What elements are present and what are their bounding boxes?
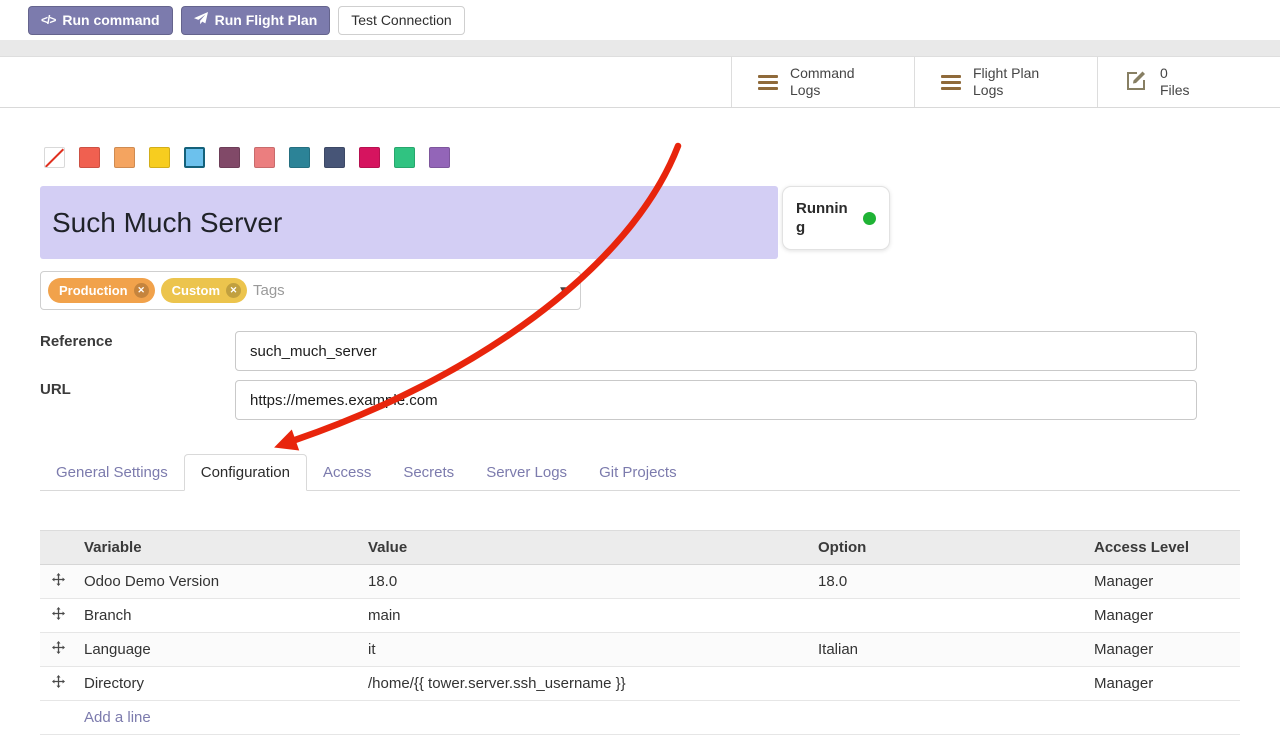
test-connection-label: Test Connection bbox=[351, 12, 451, 28]
tag-label: Production bbox=[59, 283, 128, 298]
table-row[interactable]: Branch main Manager bbox=[40, 599, 1240, 633]
tab-general-settings[interactable]: General Settings bbox=[40, 455, 184, 490]
run-command-button[interactable]: </> Run command bbox=[28, 6, 173, 35]
tab-git-projects[interactable]: Git Projects bbox=[583, 455, 693, 490]
header-option[interactable]: Option bbox=[810, 531, 1086, 565]
command-logs-stat-button[interactable]: Command Logs bbox=[731, 57, 914, 107]
edit-pencil-icon bbox=[1124, 68, 1148, 97]
files-stat-button[interactable]: 0 Files bbox=[1097, 57, 1280, 107]
tags-field[interactable]: Production ✕ Custom ✕ Tags ▼ bbox=[40, 271, 581, 310]
tags-placeholder: Tags bbox=[253, 282, 285, 299]
table-row[interactable]: Odoo Demo Version 18.0 18.0 Manager bbox=[40, 565, 1240, 599]
reference-input[interactable]: such_much_server bbox=[235, 331, 1197, 371]
header-variable[interactable]: Variable bbox=[76, 531, 360, 565]
header-value[interactable]: Value bbox=[360, 531, 810, 565]
swatch-darkpurple[interactable] bbox=[219, 147, 240, 168]
header-handle bbox=[40, 531, 76, 565]
swatch-teal[interactable] bbox=[289, 147, 310, 168]
record-title-text: Such Much Server bbox=[52, 207, 282, 239]
cell-value[interactable]: /home/{{ tower.server.ssh_username }} bbox=[360, 667, 810, 701]
swatch-salmon[interactable] bbox=[254, 147, 275, 168]
record-title-input[interactable]: Such Much Server bbox=[40, 186, 778, 259]
run-command-label: Run command bbox=[62, 12, 159, 28]
swatch-green[interactable] bbox=[394, 147, 415, 168]
drag-handle-icon[interactable] bbox=[52, 573, 65, 590]
divider-strip bbox=[0, 40, 1280, 57]
cell-value[interactable]: it bbox=[360, 633, 810, 667]
tab-access[interactable]: Access bbox=[307, 455, 387, 490]
table-row[interactable]: Directory /home/{{ tower.server.ssh_user… bbox=[40, 667, 1240, 701]
cell-option[interactable]: 18.0 bbox=[810, 565, 1086, 599]
flight-plan-logs-label: Flight Plan Logs bbox=[973, 65, 1039, 100]
url-value: https://memes.example.com bbox=[250, 392, 438, 409]
configuration-table: Variable Value Option Access Level Odoo … bbox=[40, 530, 1240, 735]
swatch-no-color[interactable] bbox=[44, 147, 65, 168]
tab-server-logs[interactable]: Server Logs bbox=[470, 455, 583, 490]
swatch-magenta[interactable] bbox=[359, 147, 380, 168]
cell-variable[interactable]: Odoo Demo Version bbox=[76, 565, 360, 599]
cell-option[interactable] bbox=[810, 599, 1086, 633]
table-header-row: Variable Value Option Access Level bbox=[40, 531, 1240, 565]
status-label: Running bbox=[796, 199, 848, 238]
stat-button-row: Command Logs Flight Plan Logs 0 Files bbox=[0, 57, 1280, 108]
cell-access-level[interactable]: Manager bbox=[1086, 667, 1240, 701]
status-button[interactable]: Running bbox=[782, 186, 890, 250]
command-logs-label: Command Logs bbox=[790, 65, 855, 100]
menu-icon bbox=[941, 75, 961, 90]
status-dot-icon bbox=[863, 212, 876, 225]
menu-icon bbox=[758, 75, 778, 90]
code-icon: </> bbox=[41, 13, 55, 27]
test-connection-button[interactable]: Test Connection bbox=[338, 6, 464, 35]
drag-handle-icon[interactable] bbox=[52, 641, 65, 658]
cell-access-level[interactable]: Manager bbox=[1086, 565, 1240, 599]
files-label: 0 Files bbox=[1160, 65, 1190, 100]
swatch-orange[interactable] bbox=[114, 147, 135, 168]
url-input[interactable]: https://memes.example.com bbox=[235, 380, 1197, 420]
drag-handle-icon[interactable] bbox=[52, 675, 65, 692]
cell-value[interactable]: 18.0 bbox=[360, 565, 810, 599]
swatch-navy[interactable] bbox=[324, 147, 345, 168]
swatch-purple[interactable] bbox=[429, 147, 450, 168]
tag-production[interactable]: Production ✕ bbox=[48, 278, 155, 303]
run-flight-plan-button[interactable]: Run Flight Plan bbox=[181, 6, 331, 35]
flight-plan-logs-stat-button[interactable]: Flight Plan Logs bbox=[914, 57, 1097, 107]
tag-remove-icon[interactable]: ✕ bbox=[134, 283, 149, 298]
top-toolbar: </> Run command Run Flight Plan Test Con… bbox=[0, 0, 1280, 40]
add-line-row: Add a line bbox=[40, 701, 1240, 735]
cell-access-level[interactable]: Manager bbox=[1086, 599, 1240, 633]
run-flight-plan-label: Run Flight Plan bbox=[215, 12, 318, 28]
drag-handle-icon[interactable] bbox=[52, 607, 65, 624]
swatch-red[interactable] bbox=[79, 147, 100, 168]
color-swatch-picker bbox=[44, 147, 450, 168]
reference-field-label: Reference bbox=[40, 333, 113, 350]
cell-value[interactable]: main bbox=[360, 599, 810, 633]
swatch-lightblue-selected[interactable] bbox=[184, 147, 205, 168]
add-a-line-link[interactable]: Add a line bbox=[84, 709, 151, 726]
tag-label: Custom bbox=[172, 283, 220, 298]
tag-custom[interactable]: Custom ✕ bbox=[161, 278, 247, 303]
cell-option[interactable]: Italian bbox=[810, 633, 1086, 667]
swatch-yellow[interactable] bbox=[149, 147, 170, 168]
cell-access-level[interactable]: Manager bbox=[1086, 633, 1240, 667]
tab-secrets[interactable]: Secrets bbox=[387, 455, 470, 490]
url-field-label: URL bbox=[40, 381, 71, 398]
cell-variable[interactable]: Directory bbox=[76, 667, 360, 701]
cell-variable[interactable]: Language bbox=[76, 633, 360, 667]
paper-plane-icon bbox=[194, 12, 208, 29]
reference-value: such_much_server bbox=[250, 343, 377, 360]
notebook-tabs: General Settings Configuration Access Se… bbox=[40, 454, 1240, 491]
tab-configuration[interactable]: Configuration bbox=[184, 454, 307, 491]
cell-option[interactable] bbox=[810, 667, 1086, 701]
tag-remove-icon[interactable]: ✕ bbox=[226, 283, 241, 298]
table-row[interactable]: Language it Italian Manager bbox=[40, 633, 1240, 667]
cell-variable[interactable]: Branch bbox=[76, 599, 360, 633]
header-access-level[interactable]: Access Level bbox=[1086, 531, 1240, 565]
dropdown-caret-icon[interactable]: ▼ bbox=[558, 285, 568, 296]
